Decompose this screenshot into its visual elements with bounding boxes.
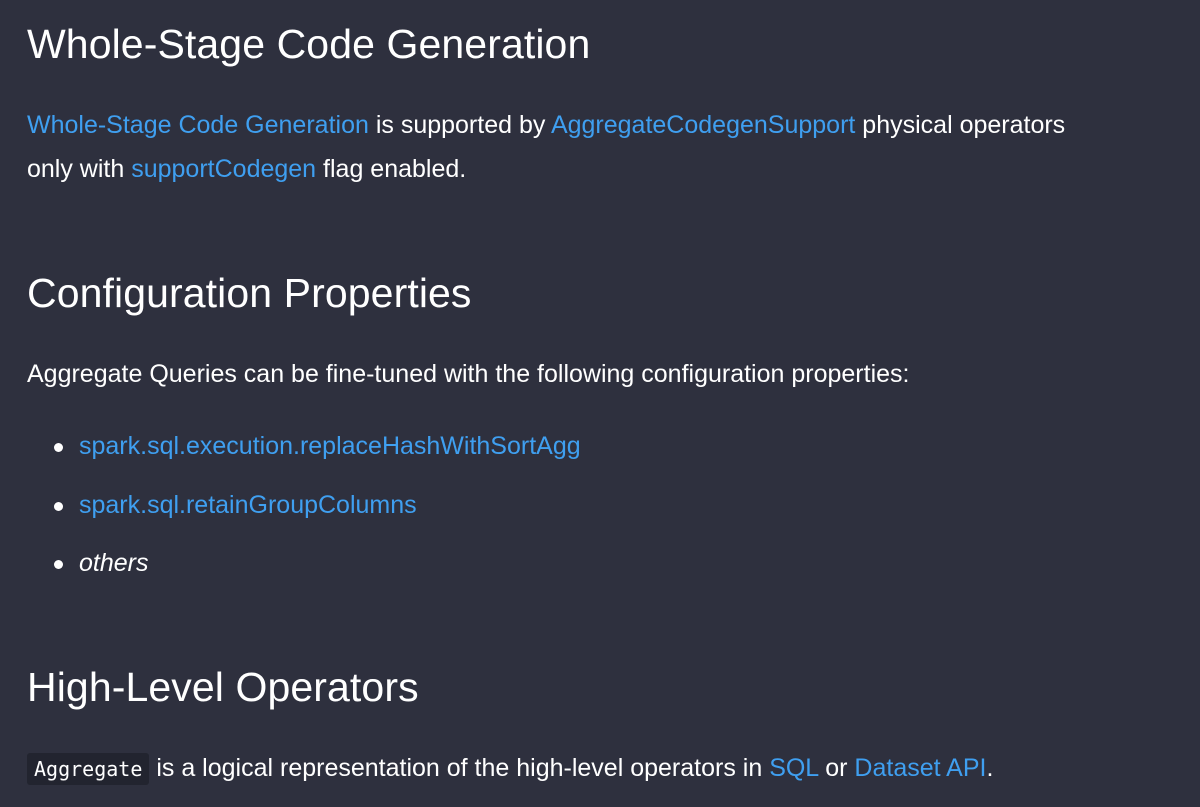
codegen-text-4: flag enabled. xyxy=(316,155,467,183)
codegen-paragraph: Whole-Stage Code Generation is supported… xyxy=(27,103,1065,191)
operators-text-3: . xyxy=(986,754,994,782)
list-item: spark.sql.retainGroupColumns xyxy=(50,489,581,548)
link-dataset-api[interactable]: Dataset API xyxy=(854,754,986,782)
bullet-icon xyxy=(54,560,63,569)
bullet-icon xyxy=(54,443,63,452)
link-whole-stage-code-generation[interactable]: Whole-Stage Code Generation xyxy=(27,111,369,139)
doc-content: Whole-Stage Code Generation Whole-Stage … xyxy=(0,0,1200,807)
others-text: others xyxy=(79,549,149,577)
link-sql[interactable]: SQL xyxy=(769,754,818,782)
list-item: spark.sql.execution.replaceHashWithSortA… xyxy=(50,430,581,489)
bullet-icon xyxy=(54,501,63,511)
config-intro: Aggregate Queries can be fine-tuned with… xyxy=(27,360,910,388)
aggregate-code: Aggregate xyxy=(27,753,150,785)
operators-paragraph: Aggregate is a logical representation of… xyxy=(27,746,993,791)
operators-text-1: is a logical representation of the high-… xyxy=(149,754,770,782)
codegen-text-1: is supported by xyxy=(368,111,551,139)
heading-whole-stage-code-generation: Whole-Stage Code Generation xyxy=(27,21,591,67)
list-item: others xyxy=(50,547,581,606)
codegen-text-2: physical operators xyxy=(855,111,1066,139)
link-aggregate-codegen-support[interactable]: AggregateCodegenSupport xyxy=(551,111,855,139)
heading-high-level-operators: High-Level Operators xyxy=(27,664,419,710)
link-support-codegen[interactable]: supportCodegen xyxy=(131,155,316,183)
link-replace-hash-with-sort-agg[interactable]: spark.sql.execution.replaceHashWithSortA… xyxy=(79,432,581,460)
config-property-list: spark.sql.execution.replaceHashWithSortA… xyxy=(50,430,581,606)
link-retain-group-columns[interactable]: spark.sql.retainGroupColumns xyxy=(79,491,417,519)
heading-configuration-properties: Configuration Properties xyxy=(27,270,472,316)
codegen-text-3: only with xyxy=(27,155,132,183)
operators-text-2: or xyxy=(818,754,855,782)
